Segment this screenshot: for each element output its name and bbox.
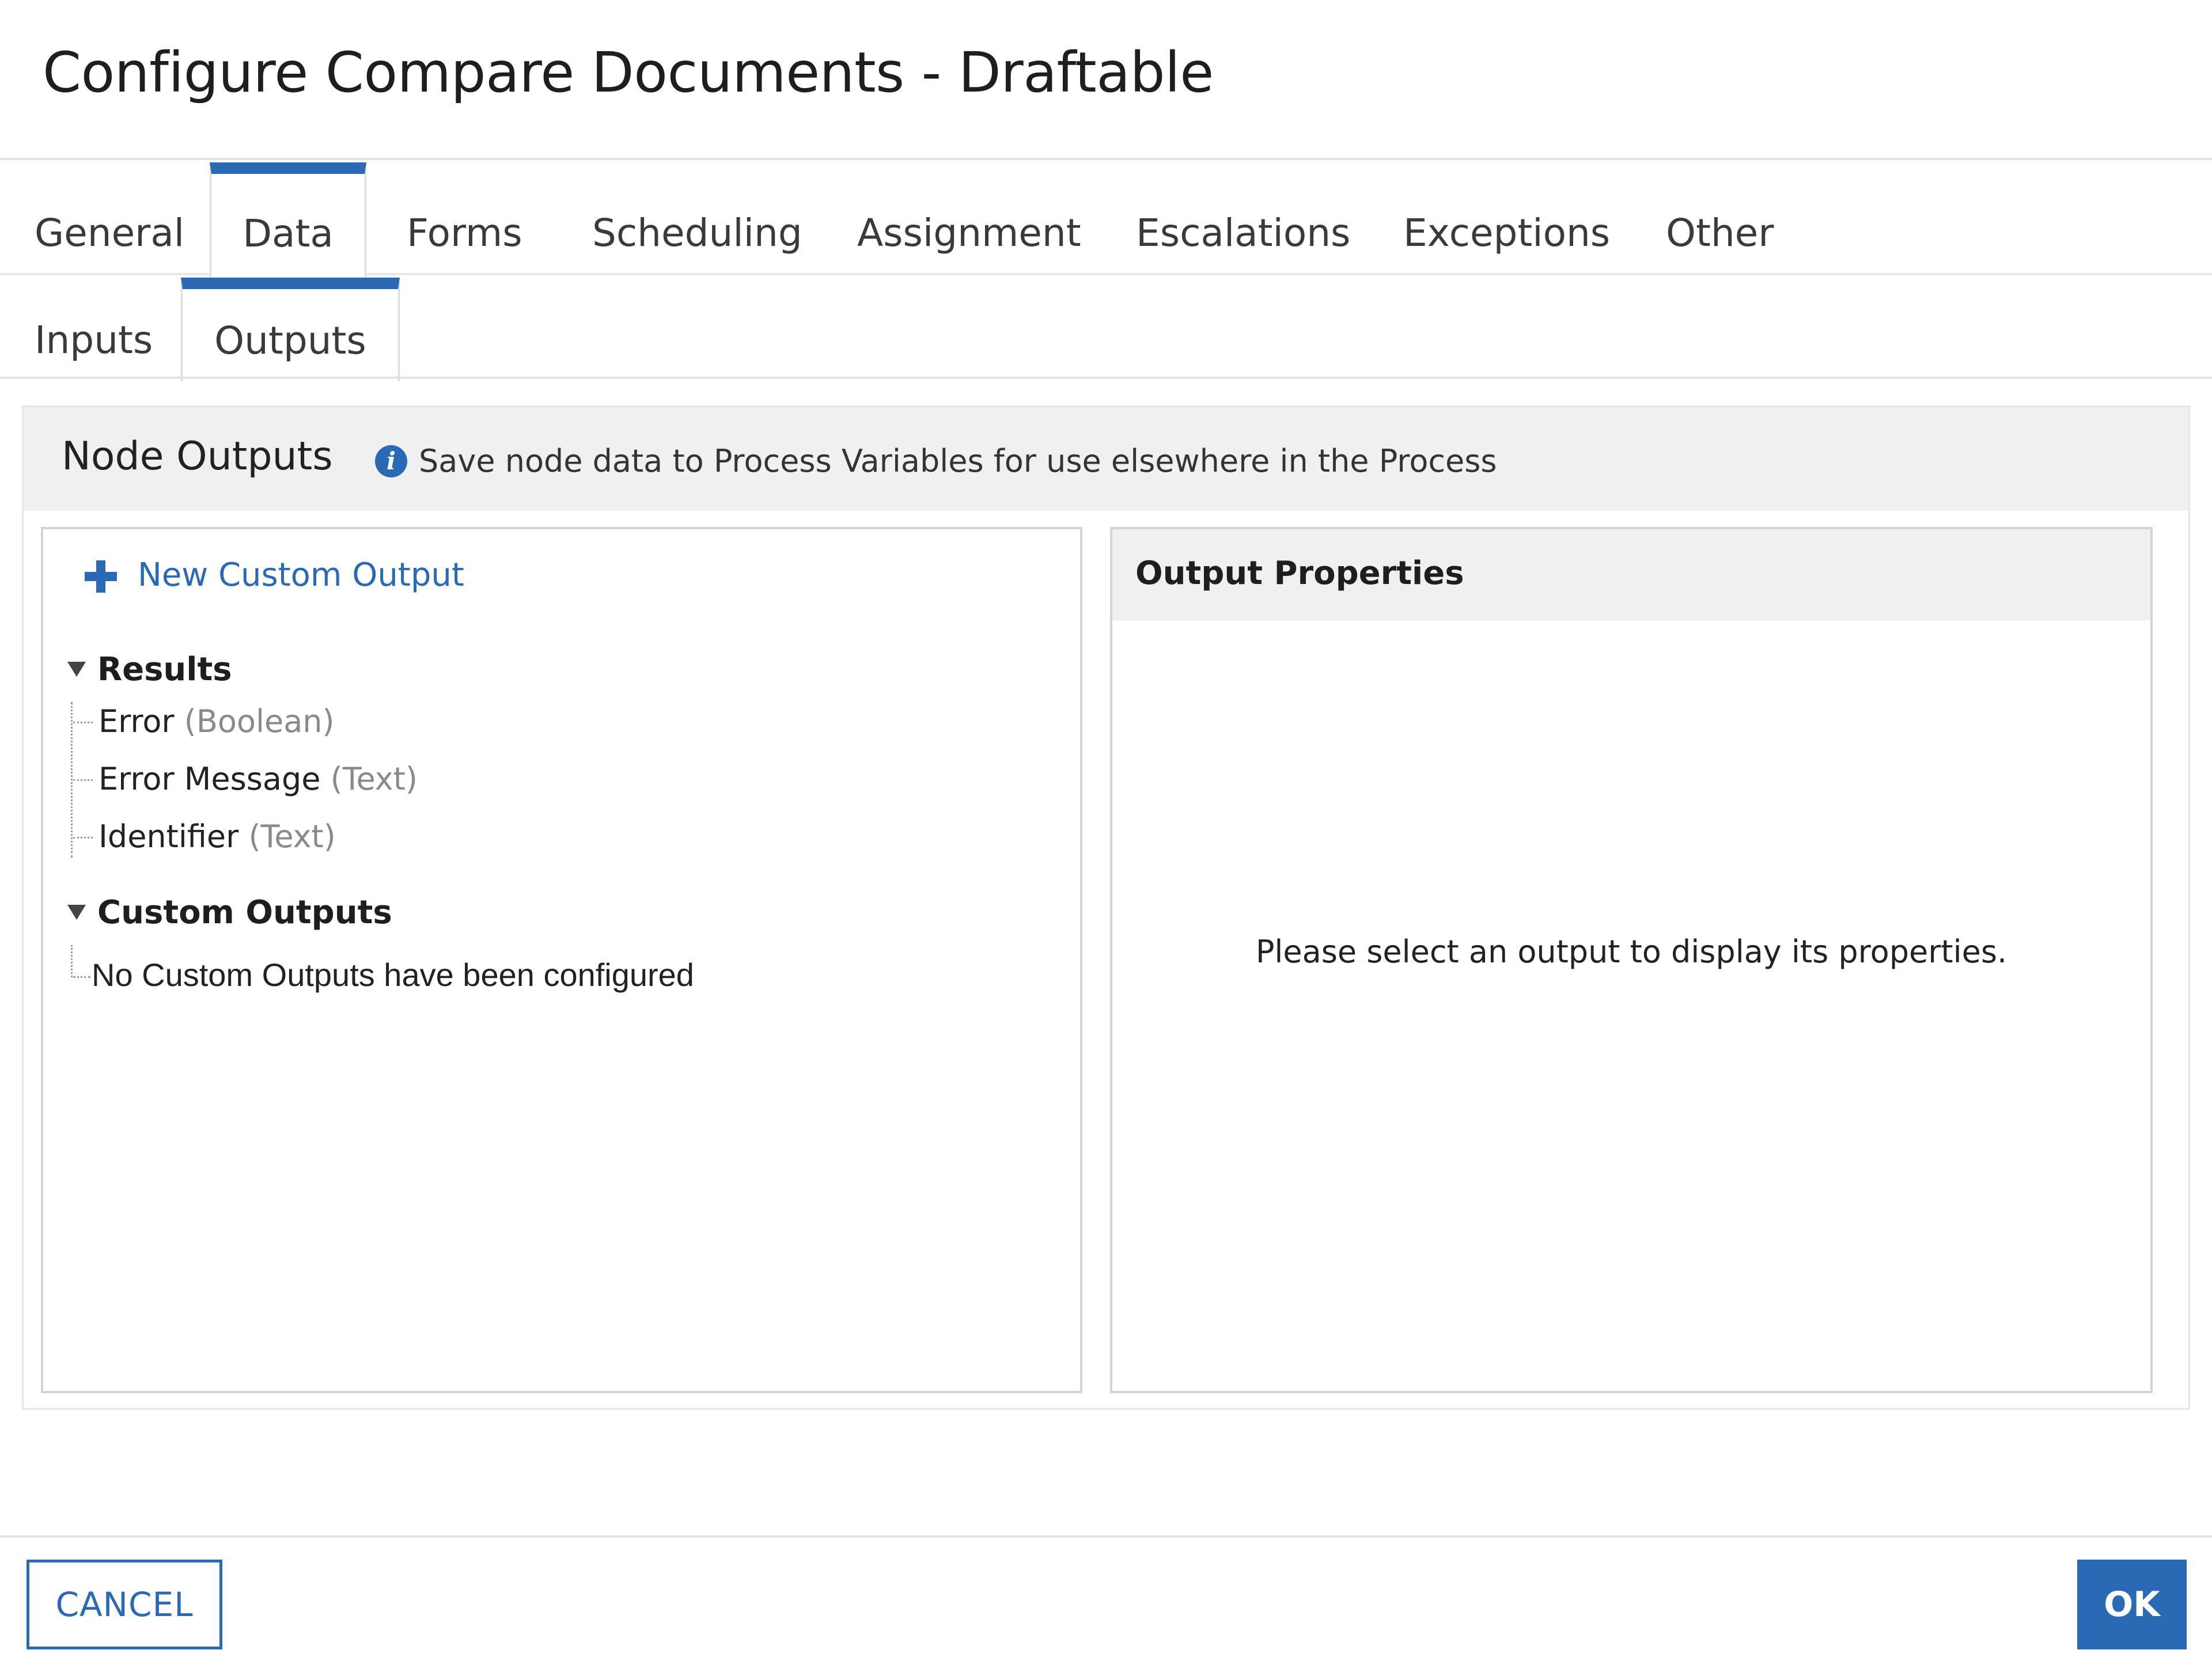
tab-data[interactable]: Data	[210, 162, 366, 278]
tree-connector	[73, 779, 93, 781]
tab-exceptions[interactable]: Exceptions	[1403, 162, 1610, 275]
caret-down-icon	[67, 662, 86, 677]
output-name: Identifier	[99, 818, 239, 855]
output-name: Error Message	[99, 761, 321, 797]
tree-item-error-message[interactable]: Error Message (Text)	[99, 758, 418, 800]
tab-scheduling[interactable]: Scheduling	[592, 162, 802, 275]
dialog-title: Configure Compare Documents - Draftable	[43, 40, 1214, 105]
primary-tab-bar: General Data Forms Scheduling Assignment…	[0, 162, 2212, 278]
tree-connector	[73, 722, 93, 723]
output-name: Error	[99, 703, 175, 739]
info-icon: i	[375, 445, 407, 477]
tree-connector	[73, 837, 93, 839]
dialog-header: Configure Compare Documents - Draftable	[0, 0, 2212, 160]
tree-connector	[71, 702, 73, 858]
tab-escalations[interactable]: Escalations	[1136, 162, 1350, 275]
output-type: (Text)	[330, 761, 418, 797]
tree-connector	[73, 976, 90, 978]
secondary-tab-bar: Inputs Outputs	[0, 278, 2212, 381]
tab-assignment[interactable]: Assignment	[857, 162, 1081, 275]
dialog-footer: CANCEL OK	[0, 1535, 2212, 1665]
output-properties-title: Output Properties	[1135, 555, 1464, 592]
cancel-button[interactable]: CANCEL	[26, 1560, 222, 1649]
output-properties-empty-message: Please select an output to display its p…	[1255, 934, 2008, 970]
output-properties-panel: Output Properties Please select an outpu…	[1110, 527, 2153, 1393]
node-outputs-title: Node Outputs	[62, 434, 333, 479]
ok-button[interactable]: OK	[2077, 1560, 2187, 1649]
node-outputs-hint: Save node data to Process Variables for …	[419, 443, 1497, 479]
tab-other[interactable]: Other	[1666, 162, 1774, 275]
tab-general[interactable]: General	[35, 162, 184, 275]
new-custom-output-label: New Custom Output	[138, 556, 464, 594]
subtab-outputs[interactable]: Outputs	[181, 278, 400, 381]
tree-item-error[interactable]: Error (Boolean)	[99, 701, 335, 742]
tree-connector	[71, 945, 73, 977]
tree-item-identifier[interactable]: Identifier (Text)	[99, 816, 336, 858]
subtab-inputs[interactable]: Inputs	[35, 278, 153, 379]
custom-outputs-empty-message: No Custom Outputs have been configured	[92, 957, 694, 993]
node-outputs-header: Node Outputs i Save node data to Process…	[24, 407, 2188, 511]
plus-icon	[85, 560, 117, 593]
caret-down-icon	[67, 905, 86, 920]
tree-group-label: Results	[97, 651, 232, 688]
output-type: (Text)	[248, 818, 336, 855]
node-outputs-panel: Node Outputs i Save node data to Process…	[22, 405, 2190, 1410]
output-properties-header: Output Properties	[1112, 529, 2150, 620]
tab-forms[interactable]: Forms	[407, 162, 522, 275]
outputs-tree: New Custom Output Results Error (Boolean…	[41, 527, 1082, 1393]
output-type: (Boolean)	[184, 703, 335, 739]
tree-group-label: Custom Outputs	[97, 894, 392, 931]
